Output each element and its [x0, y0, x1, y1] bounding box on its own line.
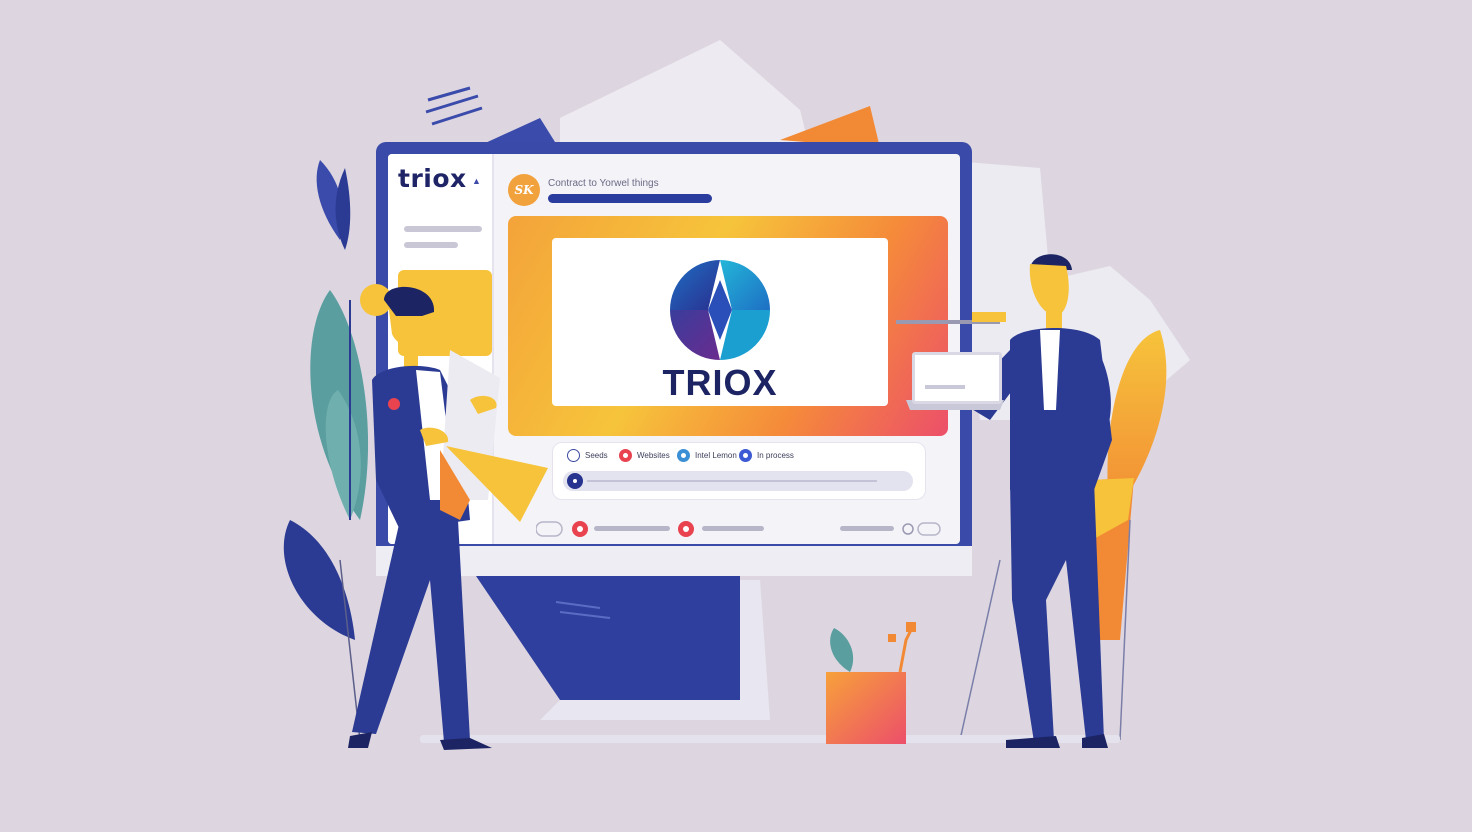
laptop-screen	[912, 352, 1002, 404]
laptop-bar	[925, 385, 965, 389]
characters	[348, 254, 1112, 750]
man-figure	[896, 254, 1112, 748]
woman-figure	[348, 284, 548, 750]
